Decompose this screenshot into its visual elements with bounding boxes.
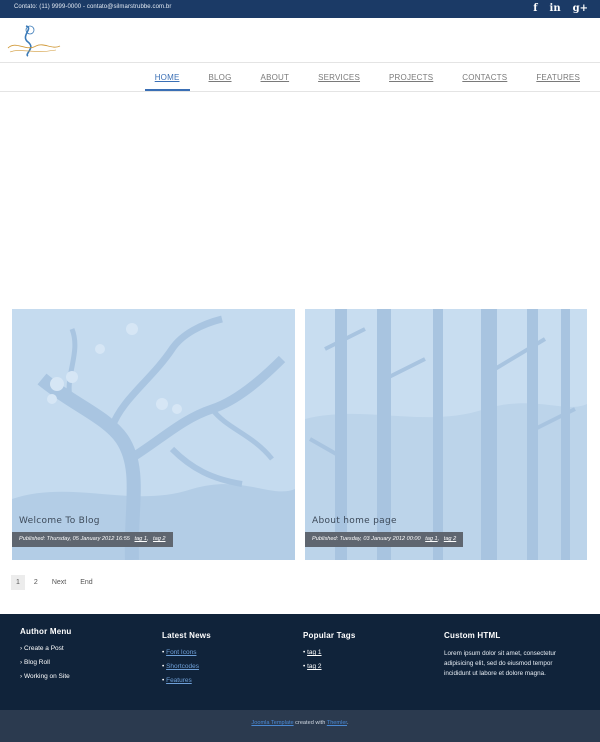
- post-meta: Published: Tuesday, 03 January 2012 00:0…: [305, 532, 464, 547]
- social-links: f in g+: [533, 2, 588, 15]
- blog-post-card[interactable]: Welcome To Blog Published: Thursday, 05 …: [12, 309, 295, 560]
- custom-html: Custom HTML Lorem ipsum dolor sit amet, …: [444, 631, 579, 679]
- top-bar: Contato: (11) 9999-0000 - contato@silmar…: [0, 0, 600, 18]
- post-tag-link[interactable]: tag 2: [444, 536, 456, 542]
- bottom-bar: Joomla Template created with Themler.: [0, 710, 600, 742]
- post-tag-link[interactable]: tag 2: [153, 536, 165, 542]
- author-menu-title: Author Menu: [20, 627, 72, 636]
- author-menu-item[interactable]: › Create a Post: [20, 645, 72, 652]
- post-meta: Published: Thursday, 05 January 2012 16:…: [12, 532, 173, 547]
- post-title[interactable]: Welcome To Blog: [19, 516, 100, 526]
- custom-html-text: Lorem ipsum dolor sit amet, consectetur …: [444, 650, 556, 677]
- nav-item-blog[interactable]: BLOG: [209, 63, 232, 91]
- nav-item-home[interactable]: HOME: [144, 63, 190, 91]
- page-1-button[interactable]: 1: [11, 575, 25, 590]
- contact-info: Contato: (11) 9999-0000 - contato@silmar…: [14, 4, 172, 10]
- next-page-button[interactable]: Next: [47, 575, 71, 590]
- post-title[interactable]: About home page: [312, 516, 397, 526]
- site-logo[interactable]: [6, 22, 62, 58]
- latest-news-item[interactable]: • Font Icons: [162, 649, 211, 656]
- nav-item-about[interactable]: ABOUT: [261, 63, 290, 91]
- credits-mid: created with: [293, 720, 327, 726]
- google-plus-icon[interactable]: g+: [573, 2, 588, 15]
- author-menu: Author Menu › Create a Post › Blog Roll …: [20, 627, 72, 687]
- credits: Joomla Template created with Themler.: [0, 720, 600, 726]
- popular-tags: Popular Tags • tag 1 • tag 2: [303, 631, 355, 677]
- author-menu-item[interactable]: › Working on Site: [20, 673, 72, 680]
- popular-tag-item[interactable]: • tag 2: [303, 663, 355, 670]
- latest-news-item[interactable]: • Features: [162, 677, 211, 684]
- latest-news-title: Latest News: [162, 631, 211, 640]
- post-date: Published: Thursday, 05 January 2012 16:…: [19, 536, 130, 542]
- popular-tags-title: Popular Tags: [303, 631, 356, 640]
- nav-item-contacts[interactable]: CONTACTS: [462, 63, 507, 91]
- last-page-button[interactable]: End: [75, 575, 97, 590]
- latest-news: Latest News • Font Icons • Shortcodes • …: [162, 631, 211, 691]
- blog-post-card[interactable]: About home page Published: Tuesday, 03 J…: [305, 309, 587, 560]
- author-menu-item[interactable]: › Blog Roll: [20, 659, 72, 666]
- credits-end: .: [347, 720, 349, 726]
- pagination: 1 2 Next End: [11, 575, 98, 590]
- footer: Author Menu › Create a Post › Blog Roll …: [0, 614, 600, 710]
- nav-item-projects[interactable]: PROJECTS: [389, 63, 433, 91]
- joomla-template-link[interactable]: Joomla Template: [251, 720, 293, 726]
- facebook-icon[interactable]: f: [533, 2, 537, 15]
- post-tag-link[interactable]: tag 1: [134, 536, 146, 542]
- popular-tag-item[interactable]: • tag 1: [303, 649, 355, 656]
- site-header: [0, 18, 600, 62]
- latest-news-item[interactable]: • Shortcodes: [162, 663, 211, 670]
- main-navigation: HOME BLOG ABOUT SERVICES PROJECTS CONTAC…: [0, 62, 600, 92]
- nav-item-services[interactable]: SERVICES: [318, 63, 360, 91]
- nav-item-features[interactable]: FEATURES: [536, 63, 580, 91]
- linkedin-icon[interactable]: in: [550, 2, 561, 15]
- custom-html-title: Custom HTML: [444, 631, 501, 640]
- themler-link[interactable]: Themler: [327, 720, 347, 726]
- page-2-button[interactable]: 2: [29, 575, 43, 590]
- hero-area: [0, 92, 600, 310]
- post-tag-link[interactable]: tag 1: [425, 536, 437, 542]
- post-date: Published: Tuesday, 03 January 2012 00:0…: [312, 536, 421, 542]
